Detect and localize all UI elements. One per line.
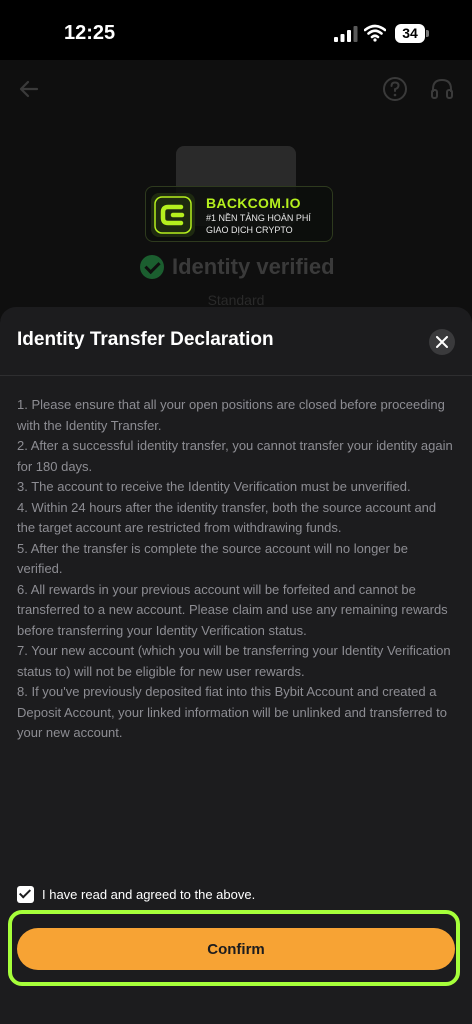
status-time: 12:25 xyxy=(64,22,116,44)
term-item: 1. Please ensure that all your open posi… xyxy=(17,397,445,433)
divider xyxy=(0,375,472,376)
agree-label[interactable]: I have read and agreed to the above. xyxy=(42,887,255,902)
terms-list: 1. Please ensure that all your open posi… xyxy=(17,395,457,744)
help-icon[interactable] xyxy=(382,76,408,102)
watermark-brand: BACKCOM.IO xyxy=(206,195,301,211)
term-item: 6. All rewards in your previous account … xyxy=(17,581,448,638)
verified-check-icon xyxy=(140,255,164,279)
wifi-icon xyxy=(364,24,386,42)
agree-row[interactable]: I have read and agreed to the above. xyxy=(17,884,255,904)
close-icon xyxy=(436,336,448,348)
close-button[interactable] xyxy=(429,329,455,355)
signal-icon xyxy=(334,26,358,42)
verification-level: Standard xyxy=(207,292,265,308)
sheet-title: Identity Transfer Declaration xyxy=(17,329,274,350)
status-bar: 12:25 34 xyxy=(0,0,472,60)
agree-checkbox[interactable] xyxy=(17,885,34,903)
watermark-tagline-2: GIAO DỊCH CRYPTO xyxy=(206,225,293,235)
battery-icon: 34 xyxy=(395,24,429,43)
term-item: 3. The account to receive the Identity V… xyxy=(17,479,411,494)
term-item: 2. After a successful identity transfer,… xyxy=(17,438,453,474)
backcom-logo-icon xyxy=(151,193,195,237)
watermark-tagline-1: #1 NỀN TẢNG HOÀN PHÍ xyxy=(206,213,311,223)
confirm-button[interactable]: Confirm xyxy=(17,928,455,970)
battery-tip xyxy=(426,30,429,37)
term-item: 7. Your new account (which you will be t… xyxy=(17,643,451,679)
verified-row: Identity verified xyxy=(140,252,335,282)
back-arrow-icon[interactable] xyxy=(18,78,40,100)
support-headset-icon[interactable] xyxy=(429,76,455,102)
term-item: 5. After the transfer is complete the so… xyxy=(17,540,408,577)
verification-status: Identity verified xyxy=(172,254,335,279)
term-item: 4. Within 24 hours after the identity tr… xyxy=(17,499,437,536)
term-item: 8. If you've previously deposited fiat i… xyxy=(17,684,447,740)
watermark-logo: BACKCOM.IO #1 NỀN TẢNG HOÀN PHÍ GIAO DỊC… xyxy=(145,186,333,242)
battery-level: 34 xyxy=(402,25,418,41)
